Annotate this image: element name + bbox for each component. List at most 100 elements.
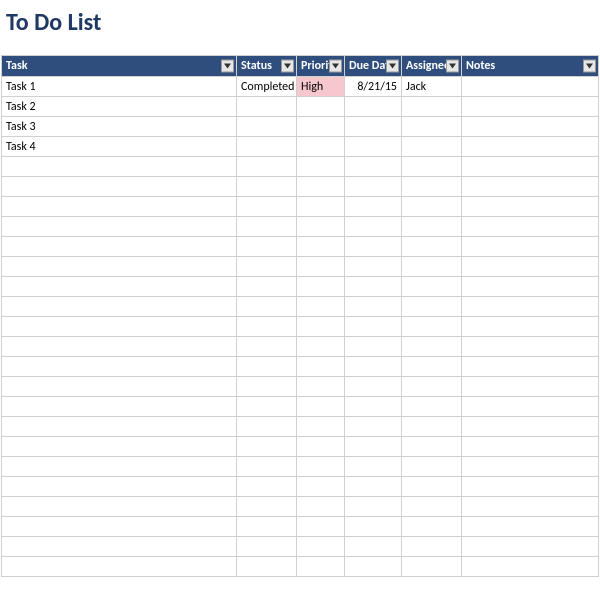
cell-status[interactable] bbox=[237, 117, 297, 137]
cell-assignee[interactable] bbox=[402, 117, 462, 137]
cell-task[interactable] bbox=[2, 537, 237, 557]
cell-notes[interactable] bbox=[462, 477, 599, 497]
cell-task[interactable]: Task 2 bbox=[2, 97, 237, 117]
cell-due-date[interactable] bbox=[345, 377, 402, 397]
cell-task[interactable] bbox=[2, 317, 237, 337]
cell-priority[interactable] bbox=[297, 417, 345, 437]
cell-due-date[interactable] bbox=[345, 97, 402, 117]
cell-task[interactable] bbox=[2, 297, 237, 317]
cell-task[interactable] bbox=[2, 337, 237, 357]
cell-notes[interactable] bbox=[462, 317, 599, 337]
cell-task[interactable]: Task 1 bbox=[2, 77, 237, 97]
cell-assignee[interactable] bbox=[402, 137, 462, 157]
cell-priority[interactable] bbox=[297, 277, 345, 297]
cell-due-date[interactable] bbox=[345, 497, 402, 517]
cell-task[interactable]: Task 3 bbox=[2, 117, 237, 137]
cell-due-date[interactable] bbox=[345, 177, 402, 197]
cell-assignee[interactable] bbox=[402, 497, 462, 517]
cell-assignee[interactable] bbox=[402, 217, 462, 237]
cell-status[interactable] bbox=[237, 217, 297, 237]
cell-task[interactable] bbox=[2, 457, 237, 477]
cell-notes[interactable] bbox=[462, 237, 599, 257]
cell-notes[interactable] bbox=[462, 557, 599, 577]
cell-notes[interactable] bbox=[462, 277, 599, 297]
cell-priority[interactable] bbox=[297, 177, 345, 197]
cell-notes[interactable] bbox=[462, 137, 599, 157]
cell-due-date[interactable] bbox=[345, 397, 402, 417]
cell-notes[interactable] bbox=[462, 77, 599, 97]
cell-priority[interactable] bbox=[297, 437, 345, 457]
cell-due-date[interactable] bbox=[345, 557, 402, 577]
cell-assignee[interactable] bbox=[402, 537, 462, 557]
cell-notes[interactable] bbox=[462, 177, 599, 197]
cell-notes[interactable] bbox=[462, 337, 599, 357]
cell-task[interactable] bbox=[2, 517, 237, 537]
cell-status[interactable]: Completed bbox=[237, 77, 297, 97]
filter-status-button[interactable] bbox=[281, 60, 294, 73]
cell-due-date[interactable] bbox=[345, 537, 402, 557]
cell-due-date[interactable] bbox=[345, 457, 402, 477]
cell-status[interactable] bbox=[237, 237, 297, 257]
cell-priority[interactable] bbox=[297, 497, 345, 517]
cell-priority[interactable] bbox=[297, 157, 345, 177]
cell-status[interactable] bbox=[237, 257, 297, 277]
cell-priority[interactable] bbox=[297, 377, 345, 397]
cell-task[interactable] bbox=[2, 157, 237, 177]
cell-notes[interactable] bbox=[462, 497, 599, 517]
cell-priority[interactable] bbox=[297, 337, 345, 357]
cell-priority[interactable] bbox=[297, 477, 345, 497]
header-notes[interactable]: Notes bbox=[462, 56, 599, 77]
cell-assignee[interactable] bbox=[402, 157, 462, 177]
cell-notes[interactable] bbox=[462, 297, 599, 317]
cell-priority[interactable] bbox=[297, 317, 345, 337]
cell-priority[interactable]: High bbox=[297, 77, 345, 97]
cell-task[interactable] bbox=[2, 357, 237, 377]
cell-assignee[interactable]: Jack bbox=[402, 77, 462, 97]
cell-task[interactable] bbox=[2, 477, 237, 497]
cell-status[interactable] bbox=[237, 137, 297, 157]
cell-task[interactable] bbox=[2, 377, 237, 397]
cell-status[interactable] bbox=[237, 497, 297, 517]
cell-notes[interactable] bbox=[462, 377, 599, 397]
cell-assignee[interactable] bbox=[402, 557, 462, 577]
cell-assignee[interactable] bbox=[402, 397, 462, 417]
cell-task[interactable] bbox=[2, 417, 237, 437]
cell-task[interactable] bbox=[2, 437, 237, 457]
cell-priority[interactable] bbox=[297, 397, 345, 417]
cell-task[interactable] bbox=[2, 217, 237, 237]
cell-assignee[interactable] bbox=[402, 377, 462, 397]
cell-status[interactable] bbox=[237, 177, 297, 197]
cell-due-date[interactable] bbox=[345, 217, 402, 237]
cell-assignee[interactable] bbox=[402, 277, 462, 297]
cell-assignee[interactable] bbox=[402, 417, 462, 437]
cell-priority[interactable] bbox=[297, 297, 345, 317]
cell-due-date[interactable] bbox=[345, 417, 402, 437]
cell-due-date[interactable] bbox=[345, 477, 402, 497]
cell-due-date[interactable] bbox=[345, 517, 402, 537]
cell-assignee[interactable] bbox=[402, 437, 462, 457]
cell-due-date[interactable]: 8/21/15 bbox=[345, 77, 402, 97]
cell-priority[interactable] bbox=[297, 237, 345, 257]
cell-priority[interactable] bbox=[297, 357, 345, 377]
cell-status[interactable] bbox=[237, 157, 297, 177]
cell-notes[interactable] bbox=[462, 517, 599, 537]
cell-status[interactable] bbox=[237, 517, 297, 537]
cell-due-date[interactable] bbox=[345, 437, 402, 457]
cell-status[interactable] bbox=[237, 197, 297, 217]
header-task[interactable]: Task bbox=[2, 56, 237, 77]
cell-task[interactable] bbox=[2, 277, 237, 297]
cell-task[interactable] bbox=[2, 557, 237, 577]
cell-status[interactable] bbox=[237, 457, 297, 477]
cell-assignee[interactable] bbox=[402, 457, 462, 477]
cell-notes[interactable] bbox=[462, 117, 599, 137]
cell-due-date[interactable] bbox=[345, 277, 402, 297]
cell-due-date[interactable] bbox=[345, 317, 402, 337]
cell-notes[interactable] bbox=[462, 197, 599, 217]
cell-notes[interactable] bbox=[462, 437, 599, 457]
header-assignee[interactable]: Assignee bbox=[402, 56, 462, 77]
cell-task[interactable] bbox=[2, 177, 237, 197]
cell-task[interactable] bbox=[2, 257, 237, 277]
cell-assignee[interactable] bbox=[402, 257, 462, 277]
cell-priority[interactable] bbox=[297, 517, 345, 537]
cell-notes[interactable] bbox=[462, 217, 599, 237]
